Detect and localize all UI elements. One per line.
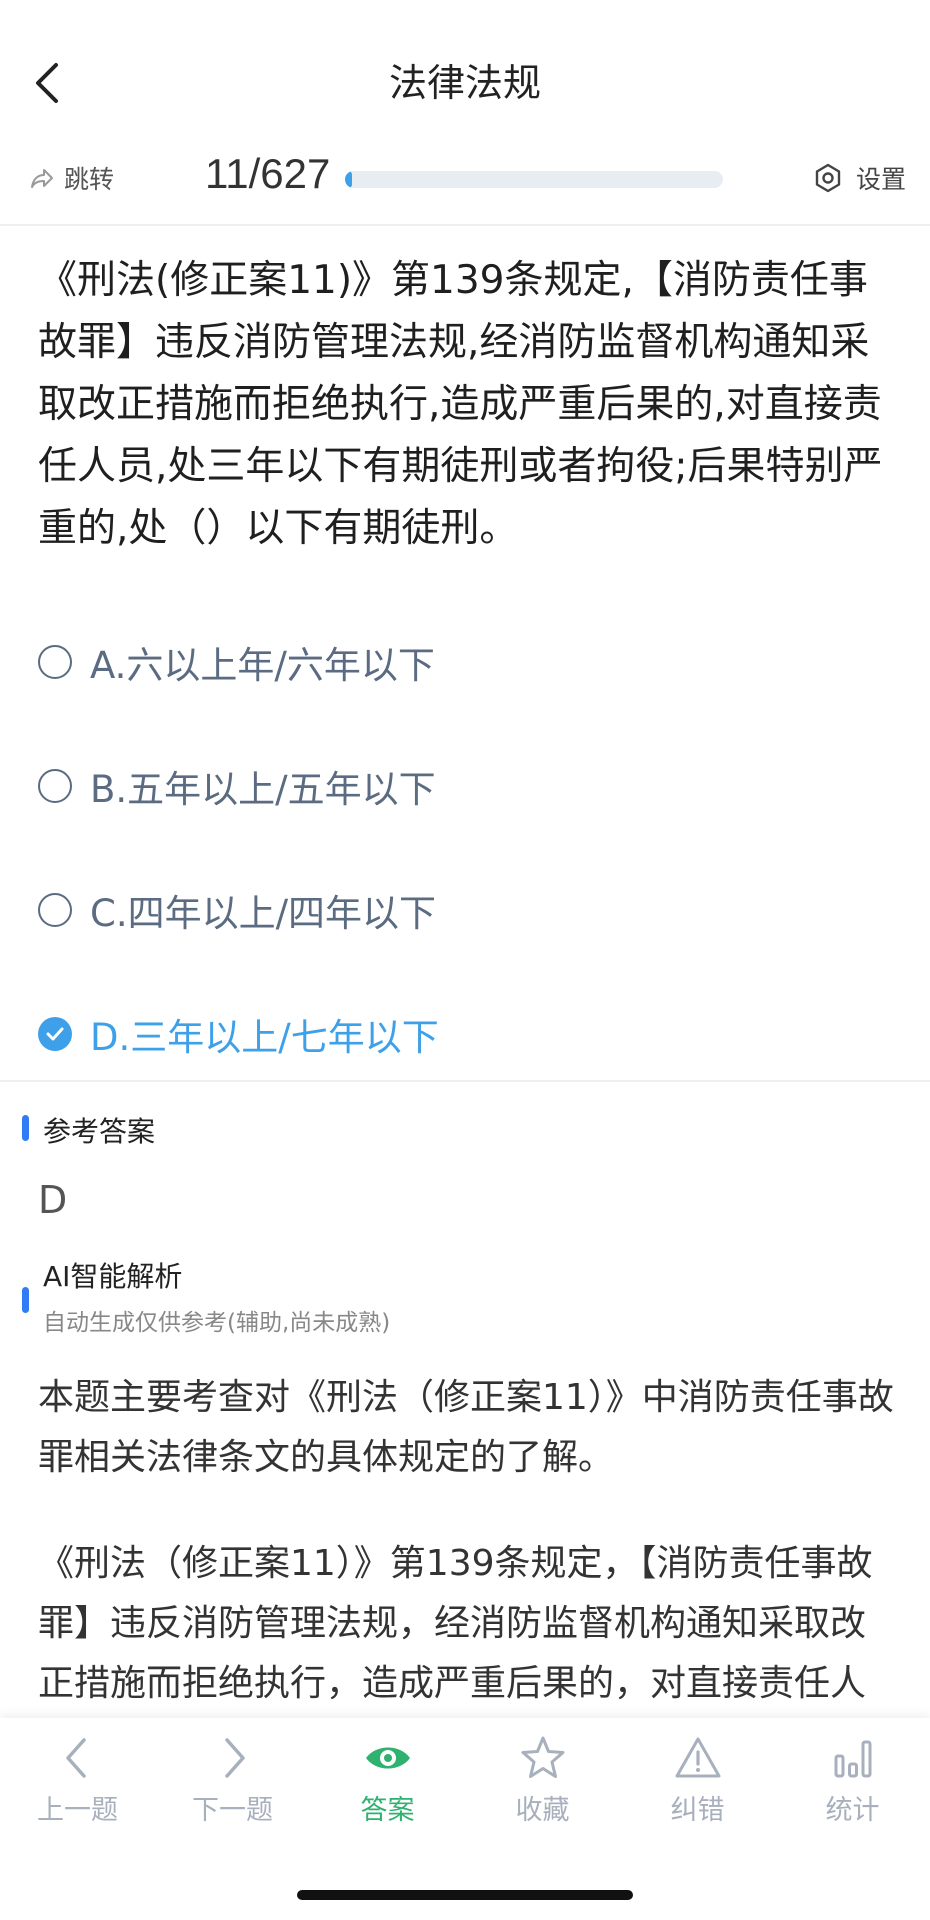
nav-label: 下一题 [192, 1795, 273, 1826]
page-title: 法律法规 [388, 61, 541, 105]
section-marker [22, 1287, 29, 1313]
ai-title: AI智能解析 [43, 1260, 183, 1293]
nav-report-error[interactable]: 纠错 [620, 1734, 775, 1827]
option-d[interactable]: D.三年以上/七年以下 [38, 972, 898, 1096]
header: 法律法规 [0, 0, 930, 160]
option-a[interactable]: A.六以上年/六年以下 [38, 600, 898, 724]
chevron-left-icon [65, 1738, 86, 1778]
progress-fill [345, 171, 352, 188]
settings-button[interactable]: 设置 [812, 160, 906, 196]
eye-icon [365, 1747, 410, 1769]
progress-bar [345, 171, 723, 188]
nav-label: 收藏 [515, 1795, 570, 1826]
check-circle-icon [38, 1017, 72, 1051]
reference-title: 参考答案 [43, 1115, 156, 1148]
ai-analysis-header: AI智能解析 自动生成仅供参考(辅助,尚未成熟) [22, 1255, 390, 1337]
nav-favorite[interactable]: 收藏 [465, 1734, 620, 1827]
option-label: C.四年以上/四年以下 [90, 892, 437, 935]
nav-next-question[interactable]: 下一题 [155, 1734, 310, 1827]
option-label: A.六以上年/六年以下 [90, 644, 435, 687]
home-indicator [297, 1890, 633, 1900]
radio-icon [38, 645, 72, 679]
toolbar: 跳转 11/627 设置 [0, 150, 930, 224]
divider [0, 1080, 930, 1082]
question-counter: 11/627 [205, 150, 331, 197]
options-list: A.六以上年/六年以下 B.五年以上/五年以下 C.四年以上/四年以下 D.三年… [38, 600, 898, 1096]
nav-label: 纠错 [670, 1795, 725, 1826]
section-marker [22, 1115, 29, 1141]
analysis-paragraph: 《刑法（修正案11）》第139条规定，【消防责任事故罪】违反消防管理法规，经消防… [38, 1543, 873, 1704]
share-forward-icon [31, 169, 53, 188]
ai-analysis-text: 本题主要考查对《刑法（修正案11）》中消防责任事故罪相关法律条文的具体规定的了解… [38, 1368, 900, 1716]
nav-prev-question[interactable]: 上一题 [0, 1734, 155, 1827]
option-label: B.五年以上/五年以下 [90, 768, 436, 811]
question-text: 《刑法(修正案11)》第139条规定,【消防责任事故罪】违反消防管理法规,经消防… [38, 258, 883, 551]
nav-label: 上一题 [37, 1795, 118, 1826]
option-c[interactable]: C.四年以上/四年以下 [38, 848, 898, 972]
radio-icon [38, 769, 72, 803]
option-label: D.三年以上/七年以下 [90, 1016, 439, 1059]
option-b[interactable]: B.五年以上/五年以下 [38, 724, 898, 848]
radio-icon [38, 893, 72, 927]
chevron-right-icon [224, 1738, 245, 1778]
reference-answer-header: 参考答案 [22, 1110, 155, 1150]
gear-icon [815, 163, 841, 193]
bar-chart-icon [834, 1740, 871, 1778]
jump-label: 跳转 [64, 165, 115, 194]
warning-icon [675, 1737, 720, 1778]
ai-subtitle: 自动生成仅供参考(辅助,尚未成熟) [43, 1310, 391, 1336]
nav-answer[interactable]: 答案 [310, 1734, 465, 1827]
nav-label: 统计 [825, 1795, 880, 1826]
star-icon [521, 1736, 564, 1778]
nav-statistics[interactable]: 统计 [775, 1734, 930, 1827]
divider [0, 224, 930, 226]
analysis-paragraph: 本题主要考查对《刑法（修正案11）》中消防责任事故罪相关法律条文的具体规定的了解… [38, 1377, 894, 1478]
nav-label: 答案 [360, 1795, 415, 1826]
settings-label: 设置 [855, 165, 906, 194]
reference-answer: D [38, 1178, 68, 1222]
jump-button[interactable]: 跳转 [30, 160, 114, 196]
